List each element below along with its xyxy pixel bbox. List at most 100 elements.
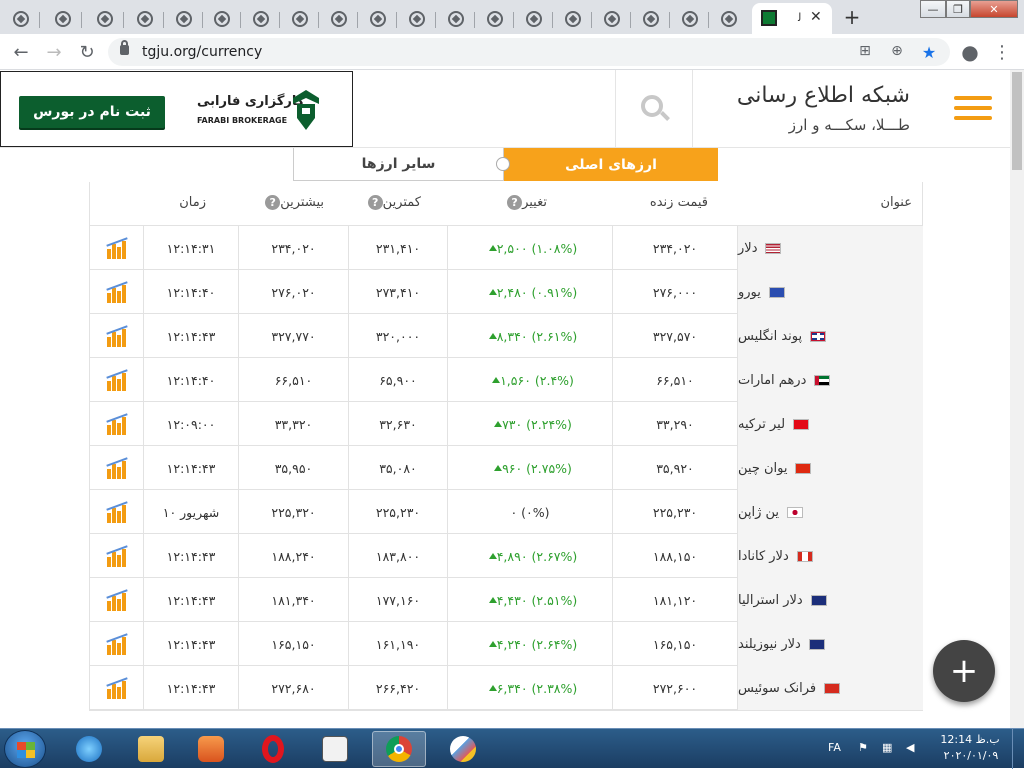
tab-toggle-radio[interactable] (496, 157, 510, 171)
browser-tab[interactable] (554, 4, 592, 34)
translate-icon[interactable]: ⊞ (856, 43, 874, 61)
profile-icon[interactable]: ● (958, 40, 982, 64)
browser-tab[interactable] (165, 4, 203, 34)
currency-name[interactable]: فرانک سوئیس (737, 666, 923, 710)
chart-link[interactable] (90, 578, 143, 622)
taskbar-chrome[interactable] (372, 731, 426, 767)
browser-tab[interactable] (203, 4, 241, 34)
chart-link[interactable] (90, 490, 143, 534)
language-indicator[interactable]: FA (828, 741, 841, 754)
taskbar-opera[interactable] (246, 731, 300, 767)
hamburger-menu-icon[interactable] (954, 96, 992, 124)
reload-icon[interactable]: ↻ (75, 41, 99, 63)
table-row[interactable]: یورو ۲۷۶,۰۰۰ ۲,۴۸۰ (۰.۹۱%) ۲۷۳,۴۱۰ ۲۷۶,۰… (90, 270, 923, 314)
live-price: ۶۶,۵۱۰ (612, 358, 737, 402)
table-row[interactable]: لیر ترکیه ۳۳,۲۹۰ ۷۳۰ (۲.۲۴%) ۳۲,۶۳۰ ۳۳,۳… (90, 402, 923, 446)
browser-tab[interactable] (398, 4, 436, 34)
minimize-window-button[interactable]: — (920, 0, 946, 18)
page-scrollbar[interactable] (1010, 70, 1024, 728)
chart-link[interactable] (90, 622, 143, 666)
currency-name[interactable]: درهم امارات (737, 358, 923, 402)
browser-tab[interactable] (476, 4, 514, 34)
zoom-icon[interactable]: ⊕ (888, 43, 906, 61)
taskbar-app[interactable] (308, 731, 362, 767)
browser-tab[interactable] (126, 4, 164, 34)
back-arrow-icon[interactable]: ← (9, 41, 33, 63)
currency-name[interactable]: دلار استرالیا (737, 578, 923, 622)
flag-icon[interactable]: ⚑ (858, 741, 872, 755)
browser-tab[interactable] (710, 4, 748, 34)
show-desktop-button[interactable] (1012, 729, 1024, 769)
chart-link[interactable] (90, 666, 143, 710)
browser-tab[interactable] (44, 4, 82, 34)
ad-banner[interactable]: ثبت نام در بورس کارگزاری فارابی FARABI B… (0, 71, 353, 147)
table-row[interactable]: دلار نیوزیلند ۱۶۵,۱۵۰ ۴,۲۴۰ (۲.۶۴%) ۱۶۱,… (90, 622, 923, 666)
site-title[interactable]: شبکه اطلاع رسانی (737, 83, 910, 108)
chart-link[interactable] (90, 270, 143, 314)
currency-name[interactable]: دلار (737, 226, 923, 270)
clock-date[interactable]: ۲۰۲۰/۰۱/۰۹ (936, 749, 1006, 762)
browser-tab[interactable] (86, 4, 124, 34)
taskbar-explorer[interactable] (124, 731, 178, 767)
chart-link[interactable] (90, 402, 143, 446)
chart-link[interactable] (90, 534, 143, 578)
bookmark-star-icon[interactable]: ★ (920, 43, 938, 62)
forward-arrow-icon[interactable]: → (42, 41, 66, 63)
table-row[interactable]: دلار کانادا ۱۸۸,۱۵۰ ۴,۸۹۰ (۲.۶۷%) ۱۸۳,۸۰… (90, 534, 923, 578)
table-row[interactable]: ین ژاپن ۲۲۵,۲۳۰ ۰ (۰%) ۲۲۵,۲۳۰ ۲۲۵,۳۲۰ ۱… (90, 490, 923, 534)
table-row[interactable]: دلار ۲۳۴,۰۲۰ ۲,۵۰۰ (۱.۰۸%) ۲۳۱,۴۱۰ ۲۳۴,۰… (90, 226, 923, 270)
browser-tab[interactable] (593, 4, 631, 34)
table-row[interactable]: دلار استرالیا ۱۸۱,۱۲۰ ۴,۴۳۰ (۲.۵۱%) ۱۷۷,… (90, 578, 923, 622)
active-browser-tab[interactable]: ﻟ ✕ (752, 3, 832, 34)
currency-name[interactable]: لیر ترکیه (737, 402, 923, 446)
currency-name[interactable]: یورو (737, 270, 923, 314)
chart-link[interactable] (90, 314, 143, 358)
address-bar[interactable]: tgju.org/currency ⊞ ⊕ ★ (108, 38, 950, 66)
help-icon[interactable]: ? (367, 195, 383, 210)
restore-window-button[interactable]: ❐ (946, 0, 970, 18)
url-text[interactable]: tgju.org/currency (142, 44, 262, 60)
browser-tab[interactable] (242, 4, 280, 34)
table-row[interactable]: پوند انگلیس ۳۲۷,۵۷۰ ۸,۳۴۰ (۲.۶۱%) ۳۲۰,۰۰… (90, 314, 923, 358)
taskbar-paint[interactable] (436, 731, 490, 767)
add-fab-button[interactable]: + (933, 640, 995, 702)
taskbar-media[interactable] (184, 731, 238, 767)
scrollbar-thumb[interactable] (1012, 72, 1022, 170)
table-row[interactable]: فرانک سوئیس ۲۷۲,۶۰۰ ۶,۳۴۰ (۲.۳۸%) ۲۶۶,۴۲… (90, 666, 923, 710)
chart-link[interactable] (90, 446, 143, 490)
new-tab-button[interactable]: + (840, 5, 864, 29)
browser-tab[interactable] (281, 4, 319, 34)
browser-tab[interactable] (320, 4, 358, 34)
tab-other-currencies[interactable]: سایر ارزها (293, 148, 504, 181)
browser-tab[interactable] (437, 4, 475, 34)
currency-name[interactable]: دلار کانادا (737, 534, 923, 578)
taskbar-ie[interactable] (62, 731, 116, 767)
menu-kebab-icon[interactable]: ⋮ (990, 41, 1014, 63)
close-window-button[interactable]: ✕ (970, 0, 1018, 18)
start-button[interactable] (4, 730, 46, 768)
network-icon[interactable]: ▦ (882, 741, 896, 755)
clock-time[interactable]: ب.ظ 12:14 (940, 733, 1000, 746)
browser-tab[interactable] (632, 4, 670, 34)
chart-link[interactable] (90, 358, 143, 402)
browser-tab[interactable] (515, 4, 553, 34)
search-button[interactable] (615, 70, 693, 148)
highest-price: ۲۳۴,۰۲۰ (238, 226, 348, 270)
chart-link[interactable] (90, 226, 143, 270)
tab-main-currencies[interactable]: ارزهای اصلی (504, 148, 718, 181)
register-exchange-button[interactable]: ثبت نام در بورس (19, 96, 165, 128)
help-icon[interactable]: ? (507, 195, 523, 210)
lowest-price: ۲۲۵,۲۳۰ (348, 490, 447, 534)
currency-name[interactable]: یوان چین (737, 446, 923, 490)
currency-name[interactable]: ین ژاپن (737, 490, 923, 534)
volume-icon[interactable]: ◀ (906, 741, 920, 755)
table-row[interactable]: درهم امارات ۶۶,۵۱۰ ۱,۵۶۰ (۲.۴%) ۶۵,۹۰۰ ۶… (90, 358, 923, 402)
currency-name[interactable]: پوند انگلیس (737, 314, 923, 358)
table-row[interactable]: یوان چین ۳۵,۹۲۰ ۹۶۰ (۲.۷۵%) ۳۵,۰۸۰ ۳۵,۹۵… (90, 446, 923, 490)
close-tab-icon[interactable]: ✕ (810, 9, 822, 25)
browser-tab[interactable] (671, 4, 709, 34)
currency-name[interactable]: دلار نیوزیلند (737, 622, 923, 666)
help-icon[interactable]: ? (265, 195, 281, 210)
browser-tab[interactable] (359, 4, 397, 34)
browser-tab[interactable] (2, 4, 40, 34)
